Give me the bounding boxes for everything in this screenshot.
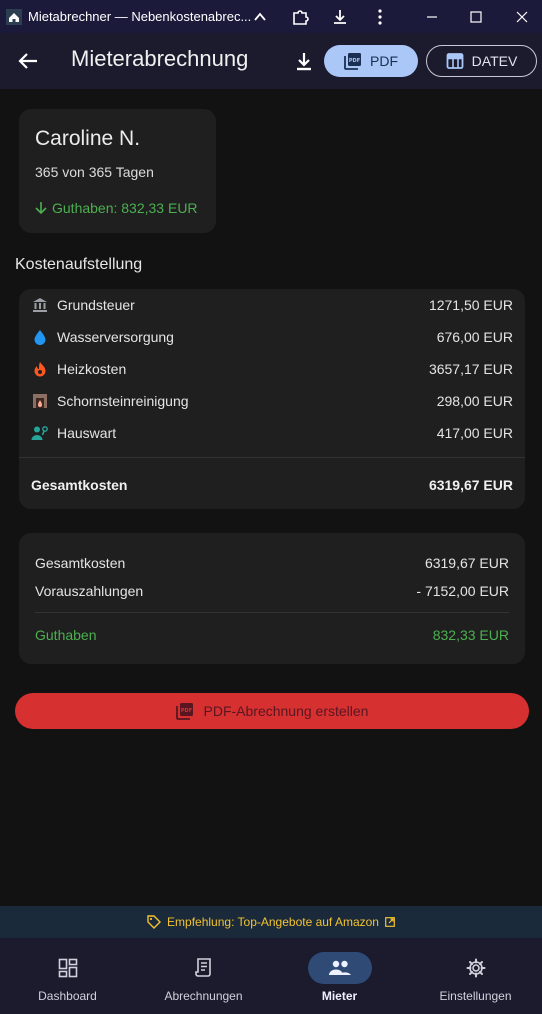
summary-result-label: Guthaben xyxy=(35,627,97,643)
pdf-button-label: PDF xyxy=(370,53,398,69)
arrow-down-icon xyxy=(35,202,47,215)
create-pdf-button-label: PDF-Abrechnung erstellen xyxy=(203,703,369,719)
cost-label: Schornsteinreinigung xyxy=(57,393,189,409)
divider xyxy=(35,612,509,613)
cost-label: Wasserversorgung xyxy=(57,329,174,345)
cost-row: Hauswart 417,00 EUR xyxy=(31,423,513,443)
external-link-icon xyxy=(385,917,395,927)
cost-label: Hauswart xyxy=(57,425,117,441)
download-icon[interactable] xyxy=(320,0,360,33)
nav-label: Abrechnungen xyxy=(164,989,243,1003)
promo-text: Empfehlung: Top-Angebote auf Amazon xyxy=(167,915,379,929)
promo-link[interactable]: Empfehlung: Top-Angebote auf Amazon xyxy=(0,906,542,938)
gear-icon xyxy=(444,952,508,984)
section-title-costs: Kostenaufstellung xyxy=(15,256,143,273)
nav-label: Mieter xyxy=(321,989,358,1003)
nav-item-abrechnungen[interactable]: Abrechnungen xyxy=(136,938,271,1014)
water-drop-icon xyxy=(31,328,49,346)
pdf-file-icon: PDF xyxy=(175,703,193,720)
svg-text:PDF: PDF xyxy=(349,58,360,64)
tenant-name: Caroline N. xyxy=(35,127,141,150)
summary-label: Gesamtkosten xyxy=(35,555,126,571)
back-arrow-icon[interactable] xyxy=(14,47,42,75)
cost-amount: 3657,17 EUR xyxy=(428,361,513,377)
receipt-icon xyxy=(172,952,236,984)
download-icon[interactable] xyxy=(291,49,317,75)
chevron-up-icon[interactable] xyxy=(240,0,280,33)
nav-label: Einstellungen xyxy=(439,989,512,1003)
more-vert-icon[interactable] xyxy=(360,0,400,33)
person-wrench-icon xyxy=(31,424,49,442)
minimize-icon[interactable] xyxy=(412,0,452,33)
nav-item-dashboard[interactable]: Dashboard xyxy=(0,938,135,1014)
bank-icon xyxy=(31,296,49,314)
cost-amount: 1271,50 EUR xyxy=(428,297,513,313)
summary-amount: 6319,67 EUR xyxy=(424,555,509,571)
divider xyxy=(19,457,525,458)
dashboard-icon xyxy=(36,952,100,984)
tenant-credit: Guthaben: 832,33 EUR xyxy=(35,200,198,216)
cost-amount: 298,00 EUR xyxy=(436,393,513,409)
cost-row: Grundsteuer 1271,50 EUR xyxy=(31,295,513,315)
fire-icon xyxy=(31,360,49,378)
table-icon xyxy=(446,53,464,69)
tenant-days: 365 von 365 Tagen xyxy=(35,164,154,180)
datev-button[interactable]: DATEV xyxy=(426,45,537,77)
cost-total-row: Gesamtkosten 6319,67 EUR xyxy=(31,477,513,493)
cost-row: Schornsteinreinigung 298,00 EUR xyxy=(31,391,513,411)
summary-row: Gesamtkosten 6319,67 EUR xyxy=(35,555,509,571)
nav-item-mieter[interactable]: Mieter xyxy=(272,938,407,1014)
close-icon[interactable] xyxy=(502,0,542,33)
summary-label: Vorauszahlungen xyxy=(35,583,144,599)
tenant-card: Caroline N. 365 von 365 Tagen Guthaben: … xyxy=(19,109,216,233)
summary-card: Gesamtkosten 6319,67 EUR Vorauszahlungen… xyxy=(19,533,525,664)
extension-icon[interactable] xyxy=(280,0,320,33)
people-icon xyxy=(307,952,372,984)
cost-row: Wasserversorgung 676,00 EUR xyxy=(31,327,513,347)
app-bar: Mieterabrechnung PDF PDF DATEV xyxy=(0,33,542,89)
home-icon xyxy=(6,8,22,25)
tenant-credit-text: Guthaben: 832,33 EUR xyxy=(52,200,198,216)
pdf-button[interactable]: PDF PDF xyxy=(324,45,418,77)
nav-label: Dashboard xyxy=(38,989,97,1003)
datev-button-label: DATEV xyxy=(471,53,518,69)
cost-amount: 676,00 EUR xyxy=(436,329,513,345)
create-pdf-button[interactable]: PDF PDF-Abrechnung erstellen xyxy=(15,693,529,729)
summary-amount: - 7152,00 EUR xyxy=(416,583,509,599)
cost-total-label: Gesamtkosten xyxy=(31,477,128,493)
cost-breakdown-card: Grundsteuer 1271,50 EUR Wasserversorgung… xyxy=(19,289,525,509)
summary-row: Vorauszahlungen - 7152,00 EUR xyxy=(35,583,509,599)
pdf-file-icon: PDF xyxy=(344,53,361,70)
window-titlebar: Mietabrechner — Nebenkostenabrec... xyxy=(0,0,542,33)
cost-amount: 417,00 EUR xyxy=(436,425,513,441)
fireplace-icon xyxy=(31,392,49,410)
cost-label: Heizkosten xyxy=(57,361,127,377)
cost-row: Heizkosten 3657,17 EUR xyxy=(31,359,513,379)
tag-icon xyxy=(147,915,162,929)
bottom-nav: Dashboard Abrechnungen Mieter Einstellun… xyxy=(0,938,542,1014)
page-title: Mieterabrechnung xyxy=(71,46,249,71)
summary-result-amount: 832,33 EUR xyxy=(432,627,509,643)
cost-total-amount: 6319,67 EUR xyxy=(428,477,513,493)
window-title: Mietabrechner — Nebenkostenabrec... xyxy=(28,9,252,24)
summary-result-row: Guthaben 832,33 EUR xyxy=(35,627,509,643)
svg-text:PDF: PDF xyxy=(180,708,191,714)
maximize-icon[interactable] xyxy=(456,0,496,33)
cost-label: Grundsteuer xyxy=(57,297,135,313)
nav-item-einstellungen[interactable]: Einstellungen xyxy=(408,938,542,1014)
